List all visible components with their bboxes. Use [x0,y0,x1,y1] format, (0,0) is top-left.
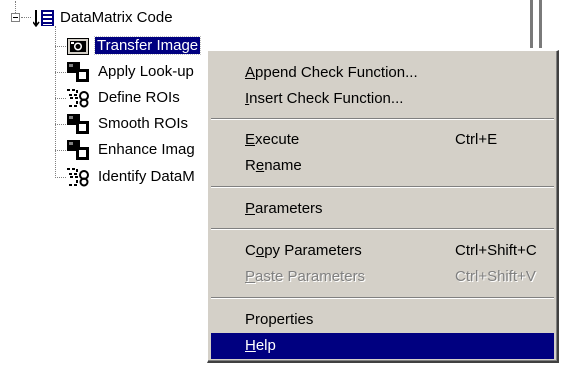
tree-node-label: DataMatrix Code [60,9,173,26]
tree-connector [55,26,56,178]
tree-node-label: Transfer Image [93,36,202,56]
menu-item-append-check-function[interactable]: Append Check Function... [211,60,554,86]
menu-item-shortcut: Ctrl+E [455,131,498,148]
menu-item-paste-parameters: Paste Parameters Ctrl+Shift+V [211,264,554,290]
tree-connector [15,1,16,13]
menu-item-label: Paste Parameters [245,268,366,285]
step-blocks-icon [67,114,89,134]
menu-separator [211,186,554,188]
tree-connector [55,150,66,151]
menu-item-label: Properties [245,311,314,328]
menu-item-label: Parameters [245,200,323,217]
menu-item-shortcut: Ctrl+Shift+V [455,268,536,285]
splitter-bar [539,0,542,48]
menu-separator [211,118,554,120]
tree-node-label: Enhance Imag [98,141,195,158]
menu-item-label: Append Check Function... [245,64,418,81]
roi-icon [67,89,89,108]
splitter-bar [530,0,533,48]
selected-node-text: Transfer Image [93,36,202,55]
menu-item-parameters[interactable]: Parameters [211,196,554,222]
menu-separator [211,297,554,299]
context-menu: Append Check Function... Insert Check Fu… [207,50,559,363]
menu-item-label: Execute [245,131,300,148]
menu-item-rename[interactable]: Rename [211,153,554,179]
tree-node-label: Identify DataM [98,168,195,185]
menu-item-help[interactable]: Help [211,333,554,359]
step-blocks-icon [67,62,89,82]
tree-node-label: Define ROIs [98,89,180,106]
tree-connector [55,46,66,47]
menu-item-execute[interactable]: Execute Ctrl+E [211,127,554,153]
tree-connector [55,124,66,125]
tree-node-label: Smooth ROIs [98,115,189,132]
menu-item-label: Help [245,337,276,354]
menu-item-label: Copy Parameters [245,242,362,259]
menu-item-insert-check-function[interactable]: Insert Check Function... [211,86,554,112]
tree-node-label: Apply Look-up [98,63,194,80]
menu-item-label: Insert Check Function... [245,90,404,107]
menu-item-label: Rename [245,157,302,174]
camera-icon [67,38,89,55]
menu-item-shortcut: Ctrl+Shift+C [455,242,537,259]
step-blocks-icon [67,140,89,160]
menu-item-properties[interactable]: Properties [211,307,554,333]
collapse-box-icon[interactable] [11,13,20,22]
menu-item-copy-parameters[interactable]: Copy Parameters Ctrl+Shift+C [211,238,554,264]
tree-connector [55,72,66,73]
tree-connector [21,17,31,18]
roi-icon [67,168,89,187]
list-icon [33,10,54,27]
menu-separator [211,228,554,230]
